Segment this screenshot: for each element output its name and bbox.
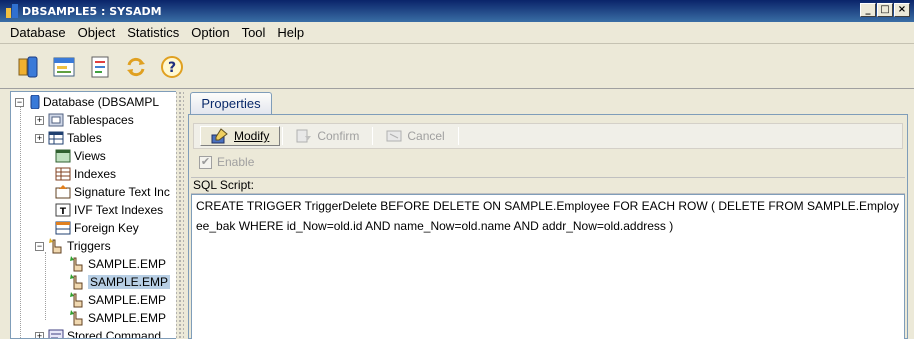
report-button[interactable]: [86, 53, 114, 81]
expand-icon[interactable]: +: [35, 133, 44, 143]
tree-label: Stored Command: [67, 329, 162, 339]
properties-panel: Modify Confirm Cancel ✔ Enable SQL Scrip…: [188, 114, 908, 339]
tree-item-database[interactable]: − Database (DBSAMPL: [15, 93, 159, 111]
app-icon: [6, 4, 18, 18]
tree-item-stored-command[interactable]: + Stored Command: [35, 327, 162, 339]
svg-text:T: T: [60, 207, 67, 217]
tree-item-tablespaces[interactable]: + Tablespaces: [35, 111, 134, 129]
toolbar-view-icon: [53, 57, 75, 76]
tree-item-tables[interactable]: + Tables: [35, 129, 102, 147]
modify-label: Modify: [234, 129, 270, 143]
tree-item-triggers[interactable]: − Triggers: [35, 237, 111, 255]
tablespace-icon: [48, 113, 64, 127]
expand-icon[interactable]: +: [35, 331, 44, 338]
tree-item-trigger[interactable]: SAMPLE.EMP: [69, 291, 166, 309]
object-tree: − Database (DBSAMPL + Tablespaces + Tabl…: [10, 91, 176, 339]
tree-item-trigger[interactable]: SAMPLE.EMP: [69, 255, 166, 273]
separator: [282, 127, 284, 145]
report-icon: [91, 56, 109, 77]
database-icon: [30, 95, 40, 109]
tree-label: IVF Text Indexes: [74, 203, 164, 217]
signature-index-icon: [55, 185, 71, 199]
tree-item-ivf-text-indexes[interactable]: T IVF Text Indexes: [55, 201, 163, 219]
trigger-icon: [49, 238, 62, 254]
view-icon: [55, 149, 71, 163]
edit-icon: [211, 128, 228, 144]
menu-database[interactable]: Database: [4, 25, 72, 40]
action-bar: Modify Confirm Cancel: [193, 123, 903, 149]
confirm-label: Confirm: [317, 129, 360, 143]
tree-label: Database (DBSAMPL: [43, 95, 160, 109]
collapse-icon[interactable]: −: [35, 241, 44, 251]
minimize-button[interactable]: _: [860, 3, 876, 17]
help-button[interactable]: ?: [158, 53, 186, 81]
help-icon: ?: [161, 55, 183, 78]
tree-label: SAMPLE.EMP: [88, 275, 171, 289]
maximize-button[interactable]: □: [877, 3, 893, 17]
confirm-icon: [296, 129, 312, 143]
refresh-button[interactable]: [122, 53, 150, 81]
table-icon: [48, 131, 64, 145]
tree-item-foreign-key[interactable]: Foreign Key: [55, 219, 139, 237]
enable-checkbox-row[interactable]: ✔ Enable: [199, 153, 254, 171]
cancel-label: Cancel: [407, 129, 445, 143]
menu-option[interactable]: Option: [185, 25, 235, 40]
sql-script-textarea[interactable]: CREATE TRIGGER TriggerDelete BEFORE DELE…: [191, 194, 905, 339]
tab-properties[interactable]: Properties: [190, 92, 272, 114]
menu-object[interactable]: Object: [72, 25, 122, 40]
modify-button[interactable]: Modify: [200, 126, 281, 146]
view-button[interactable]: [50, 53, 78, 81]
tree-item-trigger-selected[interactable]: SAMPLE.EMP: [69, 273, 171, 291]
svg-text:?: ?: [168, 60, 176, 76]
properties-area: Properties Modify Confirm Cancel ✔ Enabl…: [184, 89, 914, 339]
tree-label: Views: [74, 149, 106, 163]
tree-label: Signature Text Inc: [74, 185, 170, 199]
trigger-icon: [70, 256, 83, 272]
tree-label: Foreign Key: [74, 221, 139, 235]
panel-splitter[interactable]: [176, 91, 184, 339]
tree-label: Tables: [67, 131, 102, 145]
tree-label: SAMPLE.EMP: [88, 257, 167, 271]
menu-bar: Database Object Statistics Option Tool H…: [0, 22, 914, 44]
title-bar: DBSAMPLE5 : SYSADM _ □ ×: [0, 0, 914, 22]
tree-item-indexes[interactable]: Indexes: [55, 165, 116, 183]
tree-label: Tablespaces: [67, 113, 134, 127]
window-title: DBSAMPLE5 : SYSADM: [22, 4, 162, 18]
cancel-icon: [386, 130, 402, 142]
trigger-icon: [70, 310, 83, 326]
ivf-index-icon: T: [55, 203, 71, 217]
menu-tool[interactable]: Tool: [236, 25, 272, 40]
menu-statistics[interactable]: Statistics: [121, 25, 185, 40]
close-button[interactable]: ×: [894, 3, 910, 17]
tree-label: Indexes: [74, 167, 117, 181]
index-icon: [55, 167, 71, 181]
tree-label: SAMPLE.EMP: [88, 293, 167, 307]
refresh-icon: [127, 57, 145, 76]
menu-help[interactable]: Help: [271, 25, 310, 40]
confirm-button[interactable]: Confirm: [285, 126, 370, 146]
separator: [372, 127, 374, 145]
expand-icon[interactable]: +: [35, 115, 44, 125]
tree-label: SAMPLE.EMP: [88, 311, 167, 325]
enable-checkbox[interactable]: ✔: [199, 155, 212, 169]
toolbar: ?: [0, 45, 914, 89]
stored-command-icon: [48, 329, 64, 338]
foreign-key-icon: [55, 221, 71, 235]
connect-icon: [18, 56, 38, 77]
tree-item-trigger[interactable]: SAMPLE.EMP: [69, 309, 166, 327]
enable-label: Enable: [217, 155, 255, 169]
tree-item-views[interactable]: Views: [55, 147, 106, 165]
trigger-icon: [70, 292, 83, 308]
cancel-button[interactable]: Cancel: [375, 126, 455, 146]
tree-label: Triggers: [67, 239, 111, 253]
tree-item-signature-text-index[interactable]: Signature Text Inc: [55, 183, 170, 201]
connect-button[interactable]: [14, 53, 42, 81]
collapse-icon[interactable]: −: [15, 97, 24, 107]
trigger-icon: [70, 274, 83, 290]
sql-script-label: SQL Script:: [191, 177, 905, 194]
separator: [457, 127, 459, 145]
